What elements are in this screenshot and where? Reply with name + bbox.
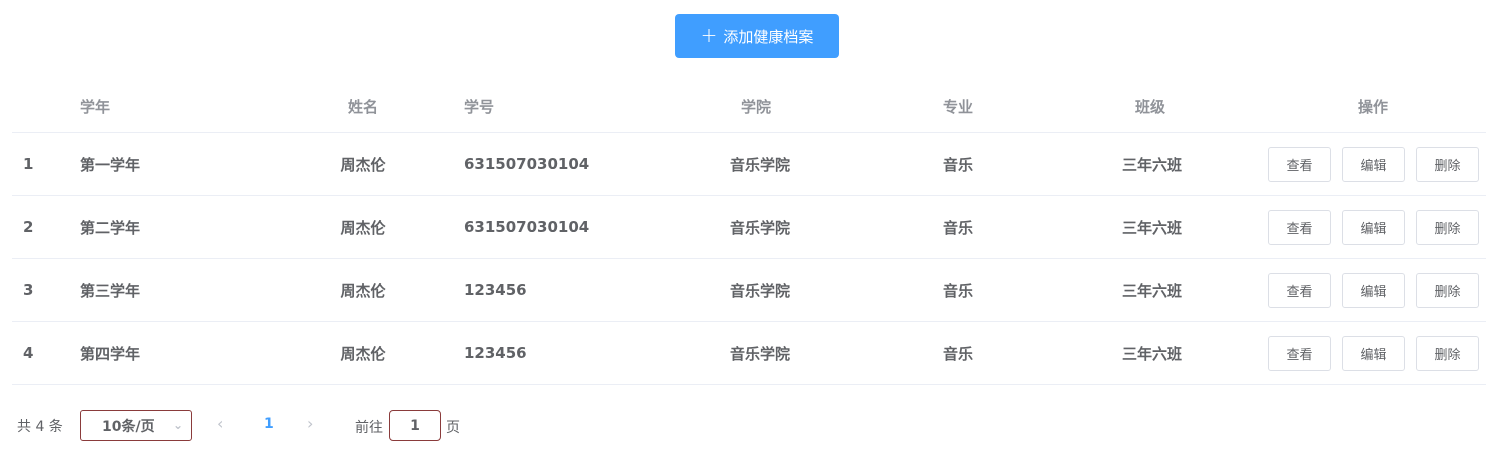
- row-major: 音乐: [942, 218, 973, 237]
- row-year: 第一学年: [80, 155, 141, 174]
- page-number-current[interactable]: 1: [264, 416, 274, 432]
- row-college: 音乐学院: [729, 344, 790, 363]
- goto-page-input[interactable]: [389, 410, 441, 441]
- page-suffix: 页: [446, 420, 460, 436]
- header-year: 学年: [80, 97, 111, 116]
- pagination: 共 4 条 10条/页 ⌄ ‹ 1 › 前往 页: [17, 410, 617, 441]
- row-student-id: 123456: [464, 281, 527, 299]
- delete-button[interactable]: 删除: [1416, 147, 1479, 182]
- add-health-record-label: 添加健康档案: [723, 27, 814, 46]
- row-name: 周杰伦: [340, 281, 386, 300]
- row-class: 三年六班: [1121, 281, 1182, 300]
- header-college: 学院: [740, 97, 771, 116]
- row-major: 音乐: [942, 344, 973, 363]
- delete-button[interactable]: 删除: [1416, 273, 1479, 308]
- row-college: 音乐学院: [729, 218, 790, 237]
- row-index: 3: [23, 281, 34, 299]
- edit-button[interactable]: 编辑: [1342, 147, 1405, 182]
- total-count: 共 4 条: [17, 419, 63, 435]
- header-major: 专业: [942, 97, 973, 116]
- table-row: 3 第三学年 周杰伦 123456 音乐学院 音乐 三年六班 查看 编辑 删除: [12, 259, 1486, 322]
- header-ops: 操作: [1357, 97, 1388, 116]
- row-year: 第三学年: [80, 281, 141, 300]
- table-row: 4 第四学年 周杰伦 123456 音乐学院 音乐 三年六班 查看 编辑 删除: [12, 322, 1486, 385]
- row-index: 2: [23, 218, 34, 236]
- row-college: 音乐学院: [729, 155, 790, 174]
- add-health-record-button[interactable]: + 添加健康档案: [675, 14, 839, 58]
- delete-button[interactable]: 删除: [1416, 336, 1479, 371]
- row-index: 1: [23, 155, 34, 173]
- row-major: 音乐: [942, 155, 973, 174]
- chevron-down-icon: ⌄: [172, 418, 183, 432]
- table-header-row: 学年 姓名 学号 学院 专业 班级 操作: [12, 80, 1486, 133]
- health-records-table: 学年 姓名 学号 学院 专业 班级 操作 1 第一学年 周杰伦 63150703…: [12, 80, 1486, 385]
- row-student-id: 123456: [464, 344, 527, 362]
- edit-button[interactable]: 编辑: [1342, 210, 1405, 245]
- header-student-id: 学号: [464, 97, 495, 116]
- view-button[interactable]: 查看: [1268, 210, 1331, 245]
- edit-button[interactable]: 编辑: [1342, 336, 1405, 371]
- page-size-value: 10条/页: [102, 418, 155, 435]
- view-button[interactable]: 查看: [1268, 147, 1331, 182]
- row-student-id: 631507030104: [464, 155, 590, 173]
- table-row: 1 第一学年 周杰伦 631507030104 音乐学院 音乐 三年六班 查看 …: [12, 133, 1486, 196]
- chevron-left-icon[interactable]: ‹: [217, 414, 223, 433]
- plus-icon: +: [700, 23, 718, 47]
- table-row: 2 第二学年 周杰伦 631507030104 音乐学院 音乐 三年六班 查看 …: [12, 196, 1486, 259]
- row-major: 音乐: [942, 281, 973, 300]
- page-size-select[interactable]: 10条/页 ⌄: [80, 410, 192, 441]
- row-name: 周杰伦: [340, 344, 386, 363]
- header-class: 班级: [1134, 97, 1165, 116]
- header-name: 姓名: [347, 97, 378, 116]
- goto-label: 前往: [355, 420, 383, 436]
- view-button[interactable]: 查看: [1268, 273, 1331, 308]
- row-year: 第二学年: [80, 218, 141, 237]
- row-college: 音乐学院: [729, 281, 790, 300]
- row-year: 第四学年: [80, 344, 141, 363]
- chevron-right-icon[interactable]: ›: [307, 414, 313, 433]
- row-name: 周杰伦: [340, 155, 386, 174]
- edit-button[interactable]: 编辑: [1342, 273, 1405, 308]
- row-student-id: 631507030104: [464, 218, 590, 236]
- row-class: 三年六班: [1121, 218, 1182, 237]
- row-name: 周杰伦: [340, 218, 386, 237]
- row-class: 三年六班: [1121, 155, 1182, 174]
- row-class: 三年六班: [1121, 344, 1182, 363]
- delete-button[interactable]: 删除: [1416, 210, 1479, 245]
- row-index: 4: [23, 344, 34, 362]
- view-button[interactable]: 查看: [1268, 336, 1331, 371]
